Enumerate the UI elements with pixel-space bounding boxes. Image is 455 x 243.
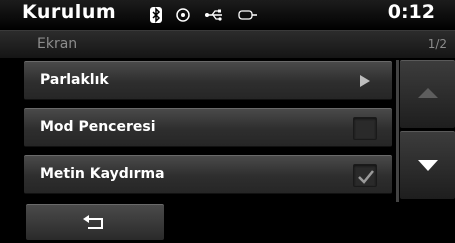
arrow-down-icon [418, 160, 438, 171]
menu-item-brightness[interactable]: Parlaklık [24, 61, 392, 100]
section-header: Ekran 1/2 [0, 30, 455, 58]
status-bar: Kurulum 0:12 [0, 0, 455, 30]
menu-item-label: Metin Kaydırma [40, 166, 165, 182]
section-title: Ekran [37, 36, 78, 52]
menu-item-label: Parlaklık [40, 72, 109, 88]
back-button[interactable] [26, 204, 164, 240]
mode-window-checkbox[interactable] [353, 117, 377, 140]
scroll-up-button[interactable] [400, 60, 455, 128]
scrollbar[interactable] [396, 60, 399, 202]
usb-icon [204, 9, 224, 21]
status-icons [150, 5, 258, 25]
text-scroll-checkbox[interactable] [353, 164, 377, 187]
aux-icon [238, 10, 258, 20]
return-arrow-icon [83, 215, 103, 229]
arrow-up-icon [418, 88, 438, 98]
checkmark-icon [358, 170, 374, 184]
scroll-down-button[interactable] [400, 131, 455, 199]
disc-icon [176, 8, 190, 22]
page-title: Kurulum [22, 1, 117, 23]
chevron-right-icon [360, 75, 370, 87]
clock: 0:12 [387, 1, 435, 23]
page-indicator: 1/2 [427, 37, 447, 51]
bluetooth-icon [150, 7, 162, 23]
menu-item-text-scroll[interactable]: Metin Kaydırma [24, 155, 392, 194]
menu-item-mode-window[interactable]: Mod Penceresi [24, 108, 392, 147]
menu-item-label: Mod Penceresi [40, 119, 156, 135]
